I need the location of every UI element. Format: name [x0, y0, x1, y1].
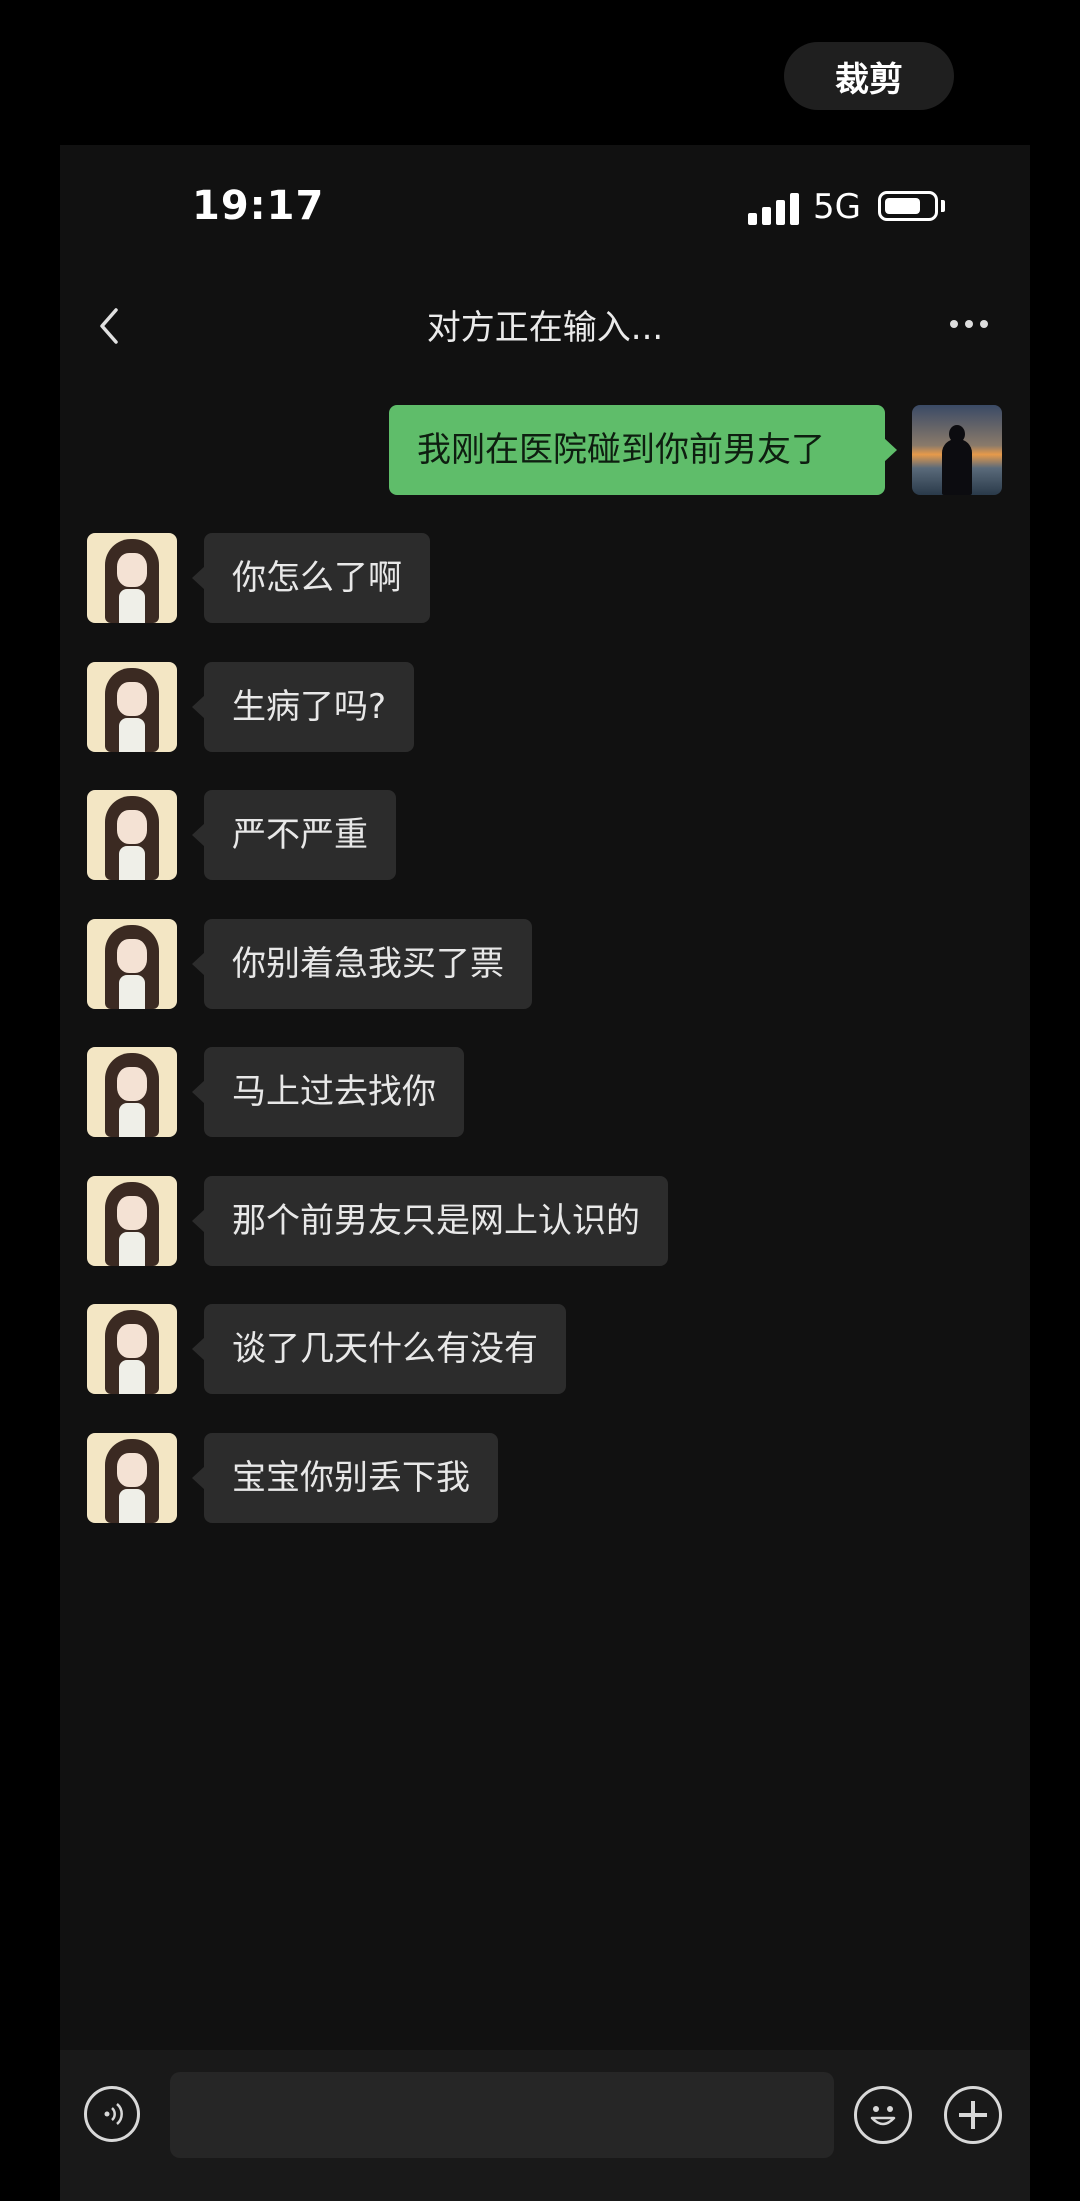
network-type: 5G: [813, 187, 861, 227]
contact-avatar[interactable]: [87, 1047, 177, 1137]
incoming-bubble[interactable]: 生病了吗?: [191, 662, 415, 752]
status-time: 19:17: [192, 183, 325, 229]
voice-icon[interactable]: [84, 2086, 140, 2142]
incoming-bubble[interactable]: 你别着急我买了票: [192, 919, 532, 1009]
contact-avatar[interactable]: [87, 790, 177, 880]
contact-avatar[interactable]: [87, 662, 177, 752]
incoming-bubble[interactable]: 那个前男友只是网上认识的: [192, 1176, 668, 1266]
chat-header: 对方正在输入...: [60, 280, 1030, 370]
incoming-message[interactable]: 生病了吗?: [87, 662, 987, 752]
incoming-message[interactable]: 宝宝你别丢下我: [87, 1433, 987, 1523]
incoming-bubble[interactable]: 谈了几天什么有没有: [192, 1304, 566, 1394]
plus-icon[interactable]: [944, 2086, 1002, 2144]
incoming-bubble[interactable]: 严不严重: [192, 790, 396, 880]
message-input[interactable]: [170, 2072, 834, 2158]
crop-button[interactable]: 裁剪: [784, 42, 954, 110]
chat-screen: 19:17 5G 对方正在输入... 我刚在医院碰到你前男友了 你怎么了啊 生病…: [60, 145, 1030, 2201]
input-bar: [60, 2050, 1030, 2201]
incoming-bubble[interactable]: 马上过去找你: [192, 1047, 464, 1137]
contact-avatar[interactable]: [87, 1433, 177, 1523]
my-avatar[interactable]: [912, 405, 1002, 495]
emoji-icon[interactable]: [854, 2086, 912, 2144]
contact-avatar[interactable]: [87, 1176, 177, 1266]
incoming-message[interactable]: 你别着急我买了票: [87, 919, 987, 1009]
incoming-message[interactable]: 那个前男友只是网上认识的: [87, 1176, 987, 1266]
outgoing-bubble[interactable]: 我刚在医院碰到你前男友了: [389, 405, 897, 495]
battery-cap: [941, 200, 945, 212]
contact-avatar[interactable]: [87, 533, 177, 623]
incoming-message[interactable]: 谈了几天什么有没有: [87, 1304, 987, 1394]
incoming-bubble[interactable]: 你怎么了啊: [192, 533, 430, 623]
outgoing-message[interactable]: 我刚在医院碰到你前男友了: [389, 405, 1002, 495]
signal-icon: [748, 193, 800, 225]
contact-avatar[interactable]: [87, 1304, 177, 1394]
more-options-icon[interactable]: [950, 320, 990, 330]
chat-title: 对方正在输入...: [426, 308, 664, 348]
incoming-message[interactable]: 严不严重: [87, 790, 987, 880]
battery-icon: [878, 191, 938, 221]
incoming-bubble[interactable]: 宝宝你别丢下我: [192, 1433, 498, 1523]
incoming-message[interactable]: 马上过去找你: [87, 1047, 987, 1137]
status-bar: 19:17 5G: [60, 145, 1030, 265]
contact-avatar[interactable]: [87, 919, 177, 1009]
incoming-message[interactable]: 你怎么了啊: [87, 533, 987, 623]
